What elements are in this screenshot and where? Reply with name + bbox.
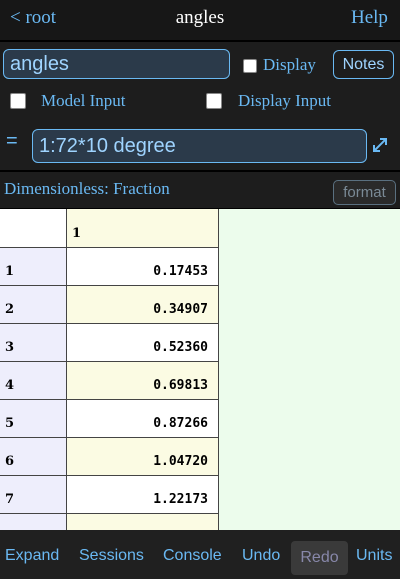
row-header-cell[interactable]: 5 [0, 400, 67, 438]
equals-sign: = [6, 130, 18, 152]
bottom-toolbar: Expand Sessions Console Undo Redo Units [0, 530, 400, 579]
expand-arrows-icon[interactable] [372, 137, 388, 153]
value-cell[interactable]: 0.69813 [67, 362, 219, 400]
table-corner-cell [0, 209, 67, 248]
row-header-cell[interactable]: 7 [0, 476, 67, 514]
display-label: Display [263, 55, 316, 74]
row-header-label: 3 [5, 340, 15, 355]
row-header-label: 4 [5, 378, 15, 393]
nav-bar: < root angles Help [0, 0, 400, 40]
row-header-cell[interactable]: 6 [0, 438, 67, 476]
expand-button[interactable]: Expand [5, 542, 59, 570]
row-header-label: 5 [5, 416, 15, 431]
model-input-checkbox[interactable] [10, 93, 26, 109]
formula-input[interactable]: 1:72*10 degree [32, 129, 367, 163]
editor-panel: angles Display Notes Model Input Display… [0, 42, 400, 170]
unit-row: Dimensionless: Fraction format [0, 172, 400, 208]
row-header-label: 2 [5, 302, 15, 317]
value-text: 0.34907 [153, 302, 208, 317]
redo-button[interactable]: Redo [291, 541, 348, 575]
console-button[interactable]: Console [163, 542, 222, 570]
undo-button[interactable]: Undo [242, 542, 280, 570]
notes-button[interactable]: Notes [333, 50, 394, 79]
units-button[interactable]: Units [356, 542, 392, 570]
value-text: 0.69813 [153, 378, 208, 393]
value-cell[interactable] [67, 514, 219, 530]
value-cell[interactable]: 1.04720 [67, 438, 219, 476]
value-cell[interactable]: 0.87266 [67, 400, 219, 438]
unit-label: Dimensionless: Fraction [4, 179, 170, 198]
help-link[interactable]: Help [351, 7, 388, 29]
display-input-checkbox[interactable] [206, 93, 222, 109]
row-header-cell[interactable]: 1 [0, 248, 67, 286]
model-input-label: Model Input [41, 91, 126, 110]
page-title: angles [175, 7, 225, 28]
display-checkbox[interactable] [243, 59, 257, 73]
row-header-cell[interactable] [0, 514, 67, 530]
value-text: 0.17453 [153, 264, 208, 279]
row-header-cell[interactable]: 2 [0, 286, 67, 324]
value-text: 1.22173 [153, 492, 208, 507]
display-input-label: Display Input [238, 91, 332, 110]
column-header-cell[interactable]: 1 [67, 209, 219, 248]
value-cell[interactable]: 1.22173 [67, 476, 219, 514]
column-header-label: 1 [72, 226, 82, 241]
value-text: 0.52360 [153, 340, 208, 355]
value-text: 1.04720 [153, 454, 208, 469]
name-input[interactable]: angles [3, 49, 230, 79]
value-cell[interactable]: 0.17453 [67, 248, 219, 286]
row-header-label: 1 [5, 264, 15, 279]
value-cell[interactable]: 0.34907 [67, 286, 219, 324]
row-header-label: 6 [5, 454, 15, 469]
value-text: 0.87266 [153, 416, 208, 431]
format-button[interactable]: format [333, 180, 396, 205]
value-table: 1 1 0.17453 2 0.34907 3 0.52360 4 0.69813 5 0.872… [0, 209, 400, 530]
row-header-cell[interactable]: 3 [0, 324, 67, 362]
value-cell[interactable]: 0.52360 [67, 324, 219, 362]
row-header-cell[interactable]: 4 [0, 362, 67, 400]
row-header-label: 7 [5, 492, 15, 507]
sessions-button[interactable]: Sessions [79, 542, 144, 570]
